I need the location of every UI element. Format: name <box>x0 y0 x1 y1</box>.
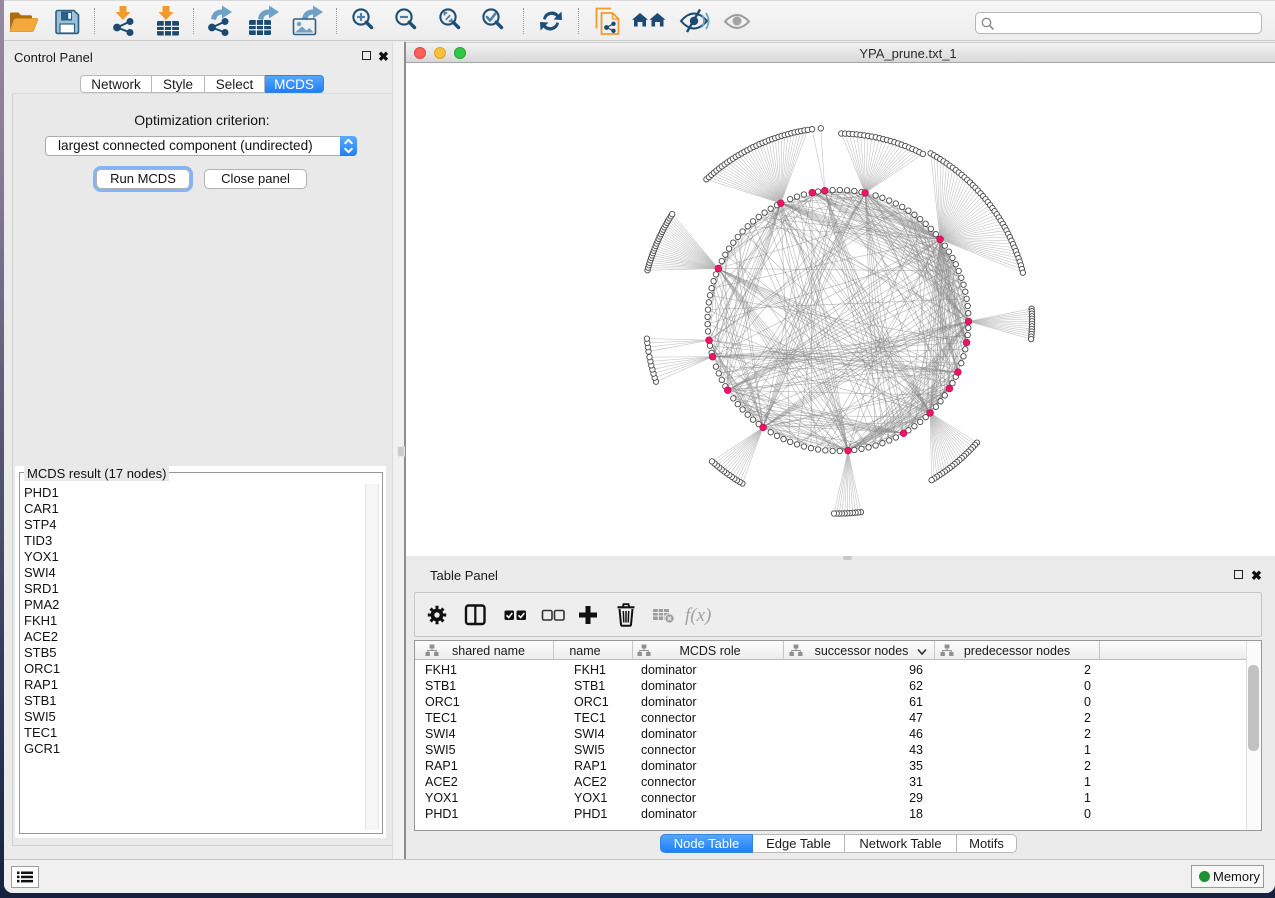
svg-text:f(x): f(x) <box>685 605 711 626</box>
